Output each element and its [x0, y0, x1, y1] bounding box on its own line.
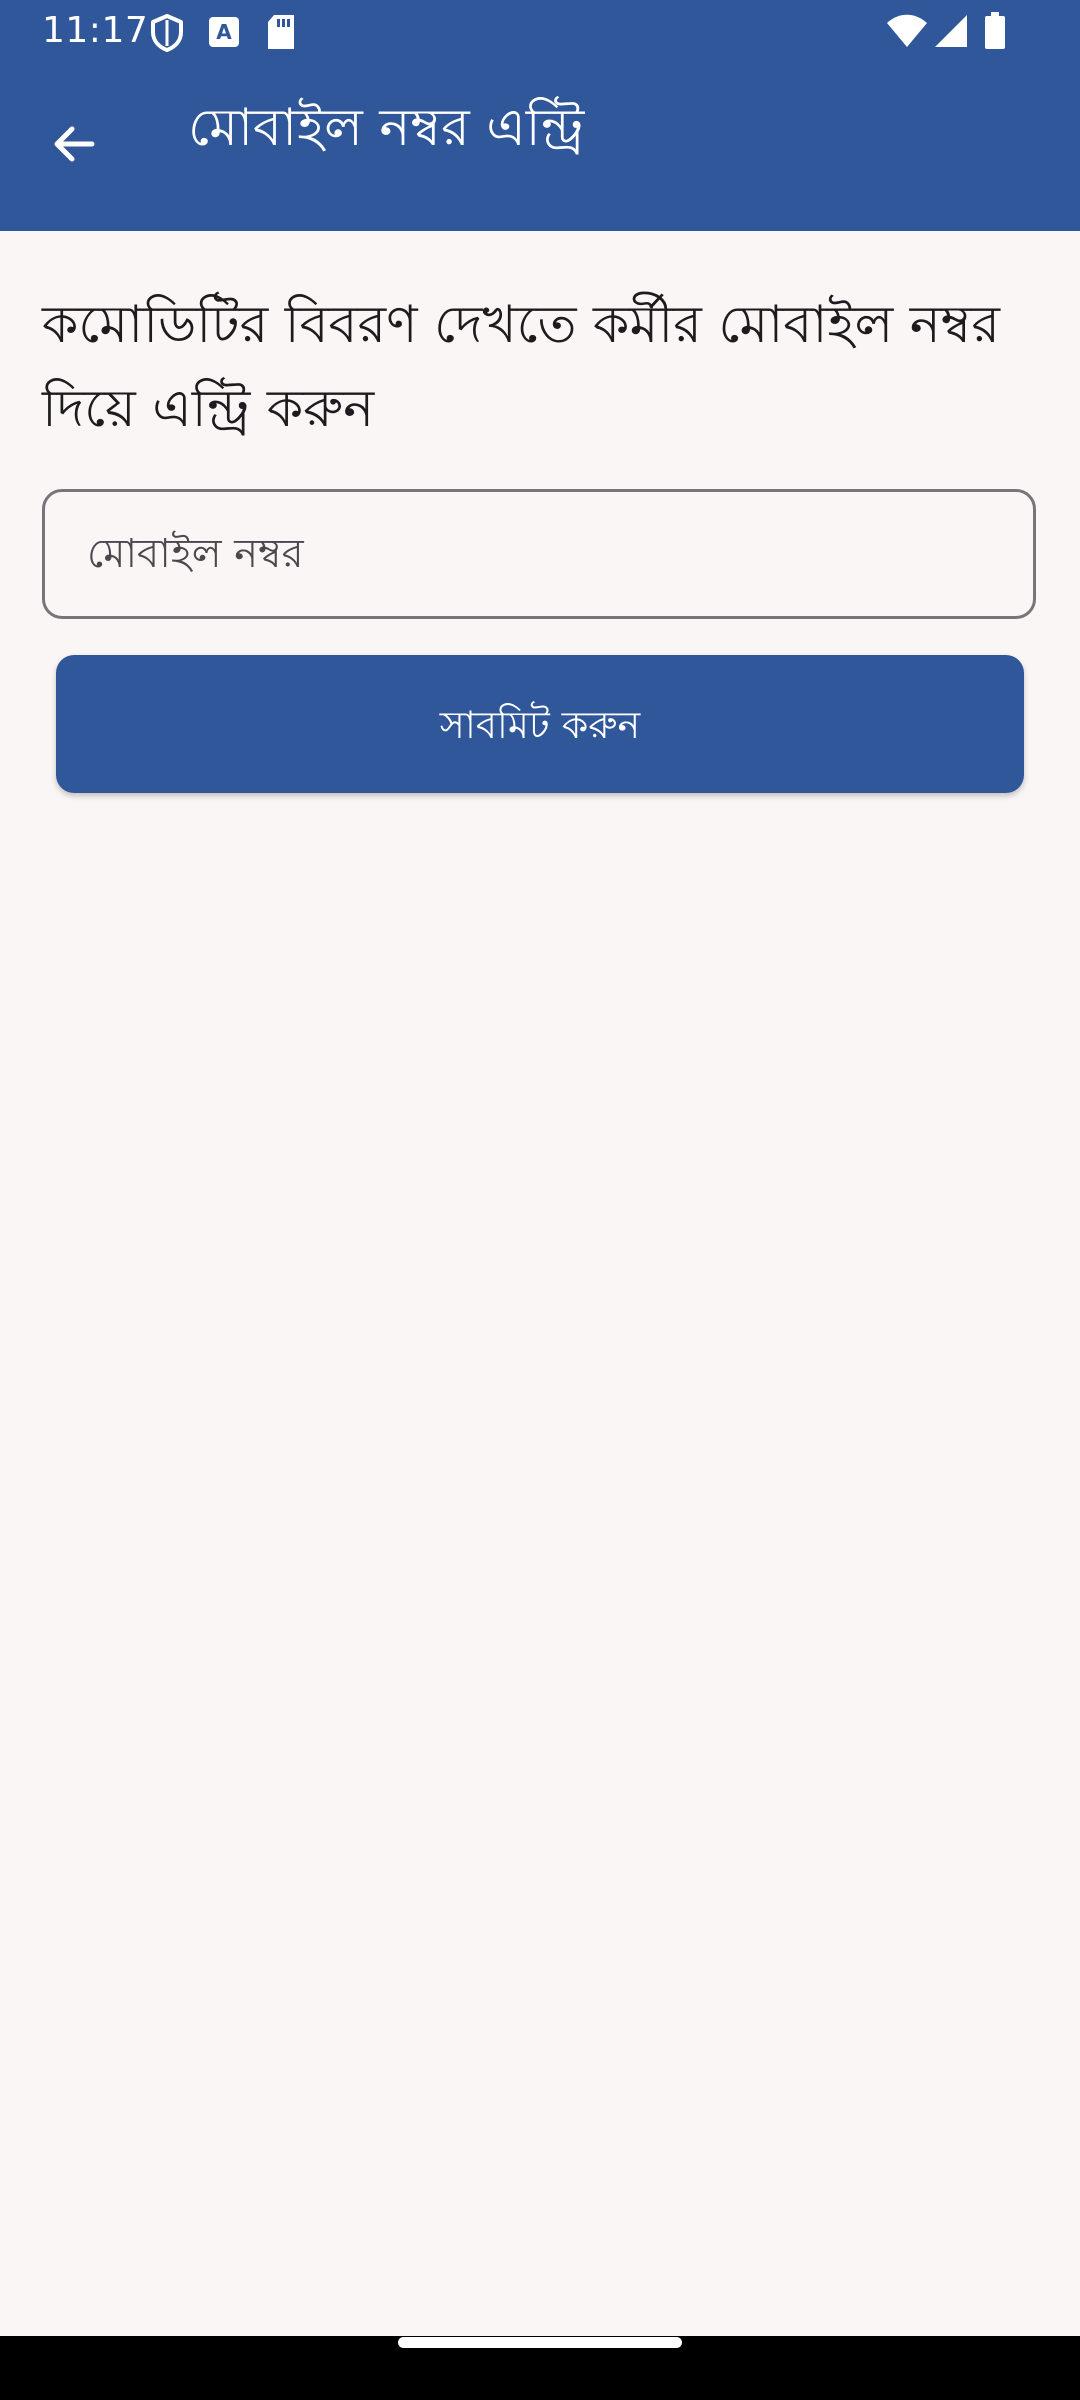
status-time: 11:17 [42, 10, 149, 51]
app-bar: মোবাইল নম্বর এন্ট্রি [0, 62, 1080, 231]
shield-icon [151, 14, 183, 52]
arrow-back-icon [54, 126, 95, 162]
text-a-icon: A [209, 17, 239, 47]
system-nav-bar [0, 2336, 1080, 2400]
instruction-text: কমোডিটির বিবরণ দেখতে কর্মীর মোবাইল নম্বর… [42, 295, 1000, 439]
mobile-number-input[interactable] [45, 492, 1033, 616]
screen: 11:17 A মোবাইল নম্বর এন্ট্রি কমোডিটির বি… [0, 0, 1080, 2400]
page-title: মোবাইল নম্বর এন্ট্রি [188, 98, 585, 158]
back-button[interactable] [34, 104, 114, 184]
mobile-number-field [42, 489, 1036, 619]
status-bar: 11:17 A [0, 0, 1080, 62]
wifi-icon [887, 14, 927, 47]
svg-text:A: A [216, 20, 232, 44]
sd-card-icon [268, 15, 294, 49]
battery-icon [985, 12, 1005, 49]
submit-button[interactable]: সাবমিট করুন [56, 655, 1024, 793]
home-gesture-handle[interactable] [398, 2337, 682, 2348]
cell-signal-icon [935, 15, 967, 47]
